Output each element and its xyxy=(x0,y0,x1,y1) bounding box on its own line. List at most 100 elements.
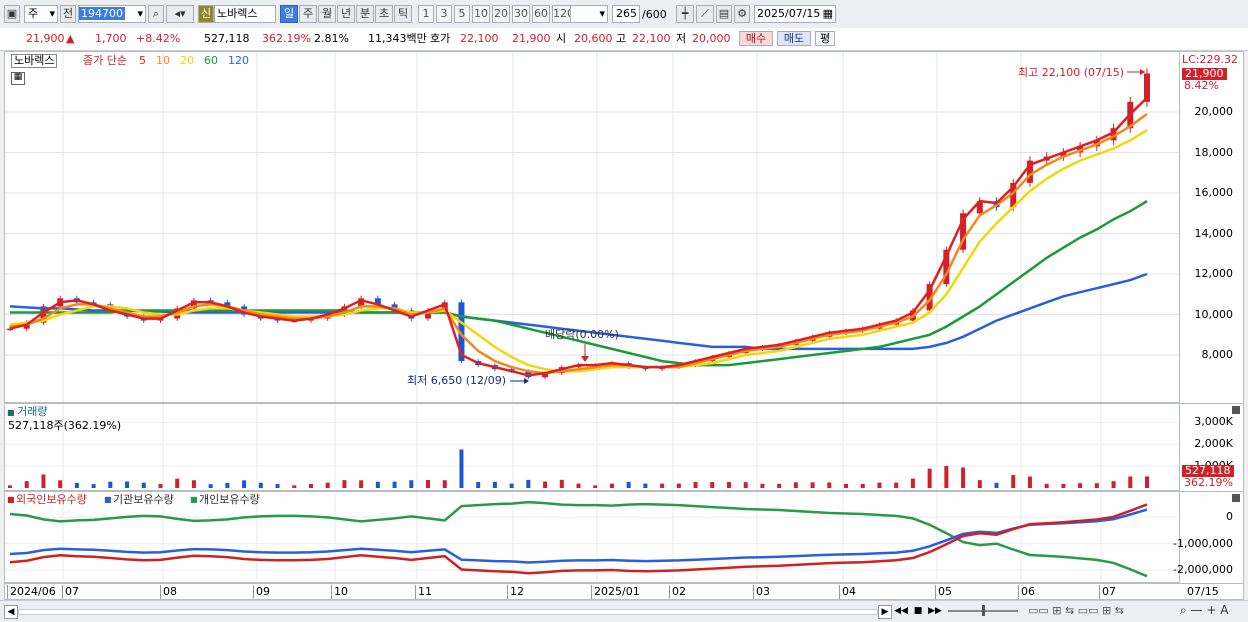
period-tab-2[interactable]: 월 xyxy=(318,5,336,23)
holdings-legend-1: 기관보유수량 xyxy=(113,493,174,506)
count-input[interactable]: 265 xyxy=(612,5,640,23)
price-pane[interactable]: 노바렉스 종가 단순 5 10 20 60 120 ▦ 최고 22,100 (07/15… xyxy=(4,51,1180,403)
volume-bar-24 xyxy=(409,480,414,488)
pane-close-icon[interactable] xyxy=(1232,406,1240,414)
layout-icons[interactable]: ▭▭ ⊞ ⇆ ▭▭ ⊞ ⇆ xyxy=(1028,604,1124,617)
interval-button-10[interactable]: 10 xyxy=(472,5,490,23)
date-value: 2025/07/15 xyxy=(757,7,821,20)
save-icon[interactable]: ▤ xyxy=(716,5,732,23)
x-axis-label-6: 12 xyxy=(507,585,524,599)
volume-y-tick-0: 3,000K xyxy=(1194,415,1233,429)
window-menu-icon[interactable]: ▣ xyxy=(4,5,20,23)
quote-change-pct: +8.42% xyxy=(136,32,181,45)
date-input[interactable]: 2025/07/15 ▦ xyxy=(754,5,836,23)
volume-bar-16 xyxy=(275,484,280,488)
period-tab-0[interactable]: 일 xyxy=(280,5,298,23)
interval-button-20[interactable]: 20 xyxy=(492,5,510,23)
pane-close-icon[interactable] xyxy=(1232,494,1240,502)
volume-bar-9 xyxy=(158,484,163,488)
chevron-down-icon: ▾ xyxy=(49,7,55,20)
period-tab-5[interactable]: 초 xyxy=(375,5,393,23)
scroll-left-icon[interactable]: ◀ xyxy=(4,605,18,619)
volume-bar-14 xyxy=(242,480,247,488)
volume-title-text: 거래량 xyxy=(17,405,48,418)
market-select[interactable]: 주 ▾ xyxy=(24,5,58,23)
holdings-line-foreign xyxy=(9,503,1148,575)
volume-last-pct: 362.19% xyxy=(1184,476,1233,489)
volume-bar-6 xyxy=(108,481,113,488)
zoom-icons[interactable]: ⌕ — + A xyxy=(1180,603,1228,618)
stock-name-field[interactable]: 노바렉스 xyxy=(214,5,276,23)
scroll-right-icon[interactable]: ▶ xyxy=(878,605,892,619)
quote-volume-pct: 362.19% xyxy=(262,32,311,45)
fast-forward-icon[interactable]: ▶▶ xyxy=(928,605,942,617)
interval-dropdown[interactable]: ▾ xyxy=(570,5,608,23)
price-y-tick-0: 20,000 xyxy=(1194,105,1234,118)
x-axis-label-8: 02 xyxy=(669,585,686,599)
holdings-y-tick-1: -1,000,000 xyxy=(1173,536,1233,550)
interval-button-30[interactable]: 30 xyxy=(512,5,530,23)
search-icon[interactable]: ⌕ xyxy=(148,5,164,23)
quote-change: 1,700 xyxy=(95,32,127,45)
stock-name-tag: 노바렉스 xyxy=(11,54,58,68)
volume-bar-46 xyxy=(777,483,782,488)
prev-button[interactable]: 전 xyxy=(60,5,76,23)
dividend-annotation: 배당락(0.00%) xyxy=(545,328,619,341)
volume-bar-3 xyxy=(58,480,63,488)
table-icon[interactable]: ▦ xyxy=(11,72,25,85)
volume-bar-63 xyxy=(1061,483,1066,488)
volume-bar-64 xyxy=(1078,483,1083,488)
high-label: 고 xyxy=(616,32,627,45)
credit-badge: 신 xyxy=(198,5,214,23)
volume-bar-35 xyxy=(593,485,598,488)
sell-button[interactable]: 매도 xyxy=(777,31,811,46)
legend-prefix: 종가 단순 xyxy=(83,54,127,67)
volume-bar-17 xyxy=(292,485,297,488)
volume-bar-43 xyxy=(726,482,731,488)
rewind-icon[interactable]: ◀◀ xyxy=(894,605,908,617)
volume-bar-52 xyxy=(877,482,882,488)
buy-button[interactable]: 매수 xyxy=(739,31,773,46)
volume-bar-49 xyxy=(827,482,832,488)
price-chart xyxy=(5,52,1179,402)
volume-pane[interactable]: ■ 거래량 527,118주(362.19%) xyxy=(4,403,1180,491)
price-y-axis: LC:229.32 21,900 8.42% 20,000 18,000 16,00… xyxy=(1180,51,1244,403)
x-axis-label-5: 11 xyxy=(415,585,432,599)
x-axis-label-3: 09 xyxy=(253,585,270,599)
holdings-legend-marker-2: ■ xyxy=(190,495,198,504)
holdings-line-individual xyxy=(9,500,1148,578)
candle-icon[interactable]: ┿ xyxy=(676,5,694,23)
price-y-tick-1: 18,000 xyxy=(1194,145,1234,159)
period-tab-3[interactable]: 년 xyxy=(337,5,355,23)
volume-bar-68 xyxy=(1145,476,1149,488)
period-tab-1[interactable]: 주 xyxy=(299,5,317,23)
x-axis-label-1: 07 xyxy=(62,585,79,599)
quote-turnover: 2.81% xyxy=(314,32,349,45)
volume-bar-67 xyxy=(1128,476,1133,488)
eval-button[interactable]: 평 xyxy=(815,31,835,46)
period-tab-6[interactable]: 틱 xyxy=(394,5,412,23)
volume-bar-26 xyxy=(442,480,447,488)
gear-icon[interactable]: ⚙ xyxy=(734,5,750,23)
x-axis-label-9: 03 xyxy=(753,585,770,599)
code-input[interactable]: 194700 ▾ xyxy=(78,5,146,23)
interval-button-60[interactable]: 60 xyxy=(532,5,550,23)
scroll-track[interactable] xyxy=(18,609,878,615)
interval-button-5[interactable]: 5 xyxy=(454,5,470,23)
interval-button-3[interactable]: 3 xyxy=(436,5,452,23)
draw-tool-icon[interactable]: ⟋ xyxy=(696,5,714,23)
interval-button-1[interactable]: 1 xyxy=(418,5,434,23)
speaker-icon[interactable]: ◂▾ xyxy=(166,5,194,23)
volume-bar-13 xyxy=(225,482,230,488)
chevron-down-icon: ▾ xyxy=(599,7,605,20)
volume-bar-28 xyxy=(476,481,481,488)
holdings-pane[interactable]: ■ 외국인보유수량 ■ 기관보유수량 ■ 개인보유수량 xyxy=(4,491,1180,583)
volume-bar-5 xyxy=(91,484,96,488)
stop-icon[interactable]: ■ xyxy=(912,605,924,617)
period-tab-4[interactable]: 분 xyxy=(356,5,374,23)
zoom-slider-handle[interactable] xyxy=(982,605,985,616)
volume-y-axis: 3,000K2,000K1,000K 527,118 362.19% xyxy=(1180,403,1244,491)
volume-bar-55 xyxy=(927,468,932,488)
volume-bar-39 xyxy=(660,483,665,488)
ma-legend-60: 60 xyxy=(204,54,218,67)
